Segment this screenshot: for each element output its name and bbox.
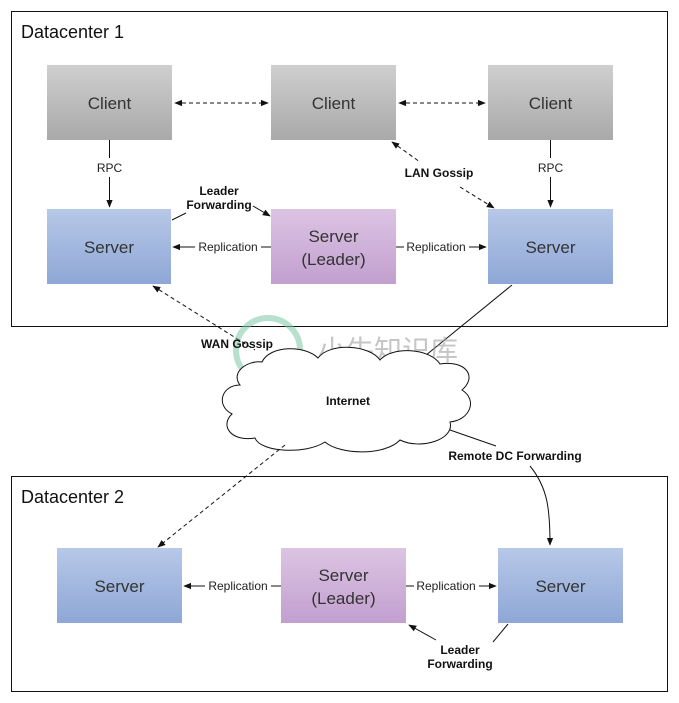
client-node-2[interactable]: Client bbox=[271, 65, 396, 140]
svg-text:Server: Server bbox=[525, 238, 575, 257]
remote-dc-forwarding-label: Remote DC Forwarding bbox=[448, 449, 581, 463]
dc2-server-leader[interactable]: Server (Leader) bbox=[281, 548, 406, 623]
svg-text:Server: Server bbox=[94, 577, 144, 596]
dc1-leader-forwarding-label-2: Forwarding bbox=[186, 198, 251, 212]
dc2-leader-forwarding-label-1: Leader bbox=[440, 643, 480, 657]
dc2-leader-forwarding-line bbox=[492, 623, 509, 643]
dc1-leader-forwarding-arrow bbox=[252, 205, 271, 217]
svg-text:Client: Client bbox=[529, 94, 573, 113]
svg-text:Client: Client bbox=[88, 94, 132, 113]
remote-dc-forwarding-line bbox=[449, 429, 497, 447]
svg-text:Server: Server bbox=[318, 566, 368, 585]
remote-dc-forwarding-arrow bbox=[529, 465, 554, 546]
rpc-right-label: RPC bbox=[538, 161, 564, 175]
internet-to-dc2-left-line bbox=[157, 444, 286, 548]
svg-text:Server: Server bbox=[535, 577, 585, 596]
dc1-replication-right-label: Replication bbox=[406, 240, 465, 254]
lan-gossip-label: LAN Gossip bbox=[405, 166, 474, 180]
internet-label: Internet bbox=[326, 394, 370, 408]
dc2-replication-right-label: Replication bbox=[416, 579, 475, 593]
architecture-diagram: Datacenter 1 Client Client Client RPC RP… bbox=[11, 11, 668, 692]
dc1-server-leader[interactable]: Server (Leader) bbox=[271, 209, 396, 284]
svg-text:Server: Server bbox=[84, 238, 134, 257]
dc1-server-left[interactable]: Server bbox=[47, 209, 171, 284]
dc2-replication-left-label: Replication bbox=[208, 579, 267, 593]
svg-text:(Leader): (Leader) bbox=[311, 589, 375, 608]
dc2-server-left[interactable]: Server bbox=[57, 548, 182, 623]
dc2-leader-forwarding-arrow bbox=[408, 624, 437, 641]
client-node-3[interactable]: Client bbox=[488, 65, 613, 140]
wan-gossip-label: WAN Gossip bbox=[201, 337, 273, 351]
rpc-left-label: RPC bbox=[97, 161, 123, 175]
lan-gossip-line-bottom bbox=[459, 186, 495, 209]
dc1-leader-forwarding-line bbox=[171, 212, 187, 221]
dc2-leader-forwarding-label-2: Forwarding bbox=[427, 657, 492, 671]
svg-text:(Leader): (Leader) bbox=[301, 250, 365, 269]
datacenter-2-title: Datacenter 2 bbox=[21, 487, 124, 507]
svg-text:Server: Server bbox=[308, 227, 358, 246]
svg-text:Client: Client bbox=[312, 94, 356, 113]
dc1-server-right[interactable]: Server bbox=[488, 209, 613, 284]
dc1-replication-left-label: Replication bbox=[198, 240, 257, 254]
datacenter-1-title: Datacenter 1 bbox=[21, 22, 124, 42]
dc1-leader-forwarding-label-1: Leader bbox=[199, 184, 239, 198]
lan-gossip-line-top bbox=[391, 141, 421, 163]
dc2-server-right[interactable]: Server bbox=[498, 548, 623, 623]
client-node-1[interactable]: Client bbox=[47, 65, 172, 140]
